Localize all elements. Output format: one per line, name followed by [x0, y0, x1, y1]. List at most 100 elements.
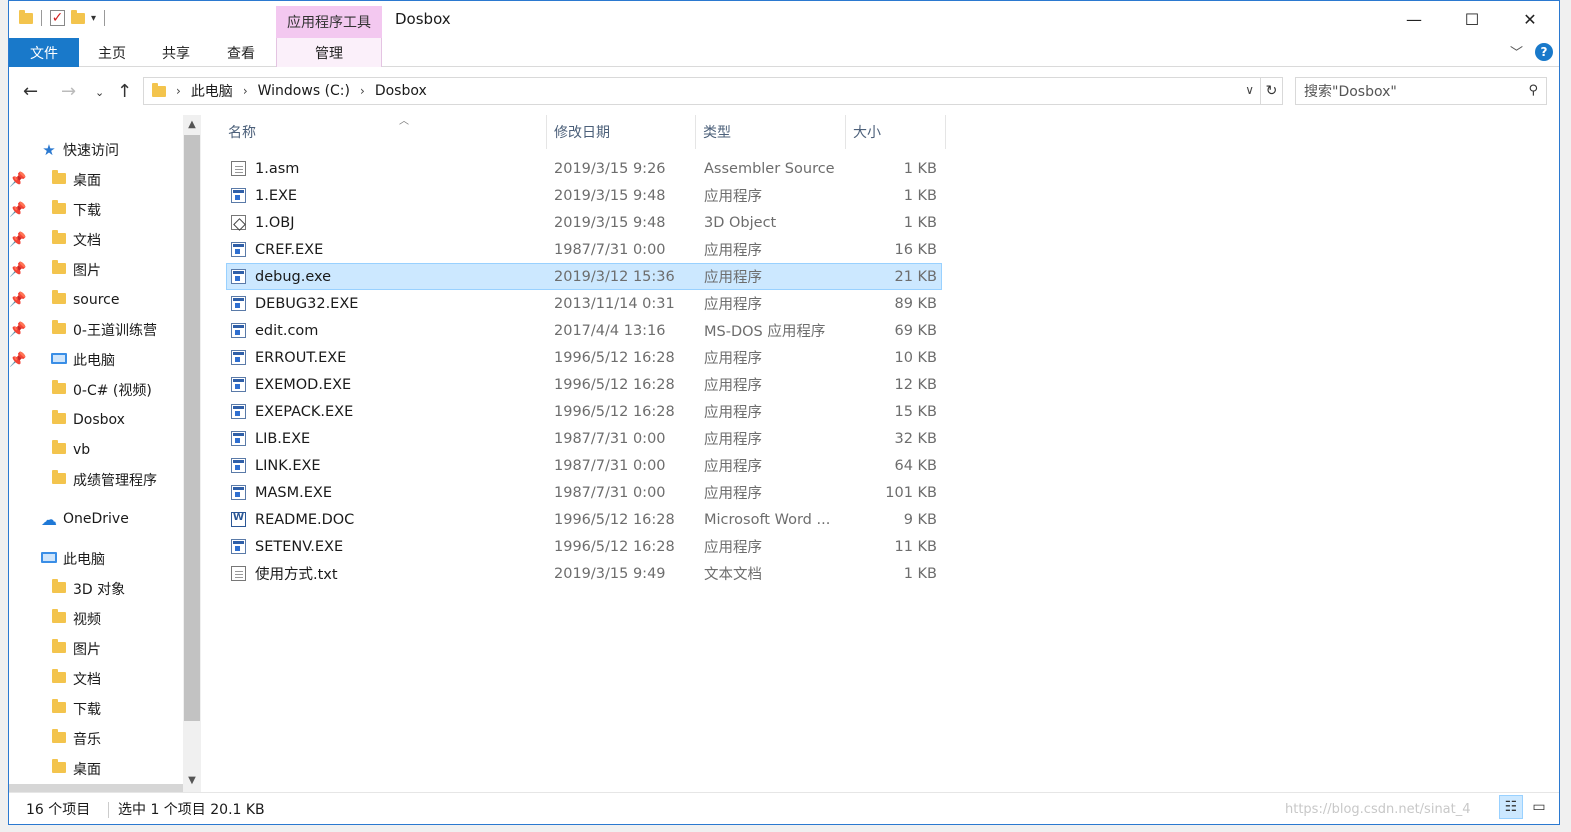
breadcrumb-c-drive[interactable]: Windows (C:) [258, 83, 350, 99]
file-row[interactable]: MASM.EXE 1987/7/31 0:00 应用程序 101 KB [226, 479, 942, 506]
chevron-right-icon[interactable]: › [176, 84, 181, 98]
nav-item-pc-pictures[interactable]: 图片 [51, 635, 101, 663]
file-row[interactable]: 使用方式.txt 2019/3/15 9:49 文本文档 1 KB [226, 560, 942, 587]
pin-icon[interactable]: 📌 [9, 166, 26, 194]
nav-item-vb[interactable]: vb [51, 436, 90, 464]
new-folder-icon[interactable] [71, 9, 85, 24]
status-divider [108, 802, 109, 818]
file-type: MS-DOS 应用程序 [704, 324, 826, 340]
file-name: EXEMOD.EXE [255, 376, 352, 393]
file-name: 使用方式.txt [255, 567, 338, 583]
properties-icon[interactable]: ✓ [50, 10, 65, 26]
maximize-button[interactable]: ☐ [1443, 1, 1501, 38]
file-row[interactable]: LINK.EXE 1987/7/31 0:00 应用程序 64 KB [226, 452, 942, 479]
file-row[interactable]: debug.exe 2019/3/12 15:36 应用程序 21 KB [226, 263, 942, 290]
item-count: 16 个项目 [26, 802, 91, 818]
forward-icon[interactable]: → [61, 81, 76, 102]
search-icon[interactable]: ⚲ [1528, 83, 1538, 98]
music-folder-icon [51, 729, 67, 747]
column-header-type[interactable]: 类型 [696, 115, 846, 149]
expand-ribbon-icon[interactable]: ﹀ [1510, 42, 1523, 61]
large-icons-view-icon[interactable]: ▭ [1527, 795, 1551, 819]
nav-item-music[interactable]: 音乐 [51, 725, 101, 753]
column-header-size[interactable]: 大小 [846, 115, 946, 149]
tab-home[interactable]: 主页 [79, 38, 145, 67]
nav-this-pc[interactable]: 此电脑 [41, 545, 105, 573]
nav-scrollbar[interactable]: ▲ ▼ [183, 115, 201, 792]
nav-label: 此电脑 [73, 353, 115, 369]
folder-icon [51, 759, 67, 777]
file-row[interactable]: 1.EXE 2019/3/15 9:48 应用程序 1 KB [226, 182, 942, 209]
file-name-cell: 1.asm [231, 156, 541, 181]
details-view-icon[interactable]: ☷ [1499, 795, 1523, 819]
file-row[interactable]: ERROUT.EXE 1996/5/12 16:28 应用程序 10 KB [226, 344, 942, 371]
nav-item-3d-objects[interactable]: 3D 对象 [51, 575, 125, 603]
tab-view[interactable]: 查看 [207, 38, 275, 67]
nav-item-this-pc-pinned[interactable]: 此电脑 [51, 346, 115, 374]
file-row[interactable]: EXEPACK.EXE 1996/5/12 16:28 应用程序 15 KB [226, 398, 942, 425]
recent-locations-icon[interactable]: ⌄ [95, 86, 104, 99]
breadcrumb-this-pc[interactable]: 此电脑 [191, 81, 233, 101]
scroll-up-icon[interactable]: ▲ [183, 119, 201, 130]
nav-item-wangdao[interactable]: 0-王道训练营 [51, 316, 157, 344]
nav-horizontal-scrollbar[interactable] [9, 784, 183, 792]
back-icon[interactable]: ← [23, 81, 38, 102]
nav-item-videos[interactable]: 视频 [51, 605, 101, 633]
scroll-down-icon[interactable]: ▼ [183, 775, 201, 786]
scrollbar-thumb[interactable] [184, 135, 200, 721]
refresh-button[interactable]: ↻ [1261, 77, 1283, 105]
nav-item-csharp-video[interactable]: 0-C# (视频) [51, 376, 152, 404]
close-button[interactable]: ✕ [1501, 1, 1559, 38]
file-row[interactable]: CREF.EXE 1987/7/31 0:00 应用程序 16 KB [226, 236, 942, 263]
pin-icon[interactable]: 📌 [9, 286, 26, 314]
chevron-right-icon[interactable]: › [243, 84, 248, 98]
nav-item-pc-desktop[interactable]: 桌面 [51, 755, 101, 783]
pin-icon[interactable]: 📌 [9, 256, 26, 284]
folder-icon[interactable] [19, 9, 33, 24]
file-type: 应用程序 [704, 405, 762, 421]
file-row[interactable]: DEBUG32.EXE 2013/11/14 0:31 应用程序 89 KB [226, 290, 942, 317]
help-icon[interactable]: ? [1535, 42, 1553, 61]
chevron-down-icon[interactable]: ∨ [1245, 83, 1254, 97]
chevron-right-icon[interactable]: › [360, 84, 365, 98]
minimize-button[interactable]: — [1385, 1, 1443, 38]
file-row[interactable]: edit.com 2017/4/4 13:16 MS-DOS 应用程序 69 KB [226, 317, 942, 344]
qat-customize-icon[interactable]: ▾ [91, 13, 96, 24]
nav-item-source[interactable]: source [51, 286, 120, 314]
nav-item-grades-app[interactable]: 成绩管理程序 [51, 466, 157, 494]
file-row[interactable]: LIB.EXE 1987/7/31 0:00 应用程序 32 KB [226, 425, 942, 452]
nav-item-downloads[interactable]: 下载 [51, 196, 101, 224]
address-bar[interactable]: › 此电脑 › Windows (C:) › Dosbox ∨ [143, 77, 1261, 105]
nav-onedrive[interactable]: ☁ OneDrive [41, 505, 129, 533]
tab-share[interactable]: 共享 [145, 38, 207, 67]
column-header-date[interactable]: 修改日期 [547, 115, 696, 149]
pin-icon[interactable]: 📌 [9, 196, 26, 224]
nav-item-documents[interactable]: 文档 [51, 226, 101, 254]
file-row[interactable]: 1.OBJ 2019/3/15 9:48 3D Object 1 KB [226, 209, 942, 236]
pin-icon[interactable]: 📌 [9, 346, 26, 374]
folder-icon [152, 82, 166, 97]
breadcrumb-dosbox[interactable]: Dosbox [375, 83, 427, 99]
search-input[interactable]: 搜索"Dosbox" ⚲ [1295, 77, 1547, 105]
nav-item-dosbox[interactable]: Dosbox [51, 406, 125, 434]
pin-icon[interactable]: 📌 [9, 226, 26, 254]
file-row[interactable]: 1.asm 2019/3/15 9:26 Assembler Source 1 KB [226, 155, 942, 182]
file-row[interactable]: README.DOC 1996/5/12 16:28 Microsoft Word … [226, 506, 942, 533]
file-date: 1987/7/31 0:00 [554, 457, 666, 474]
nav-item-pc-downloads[interactable]: 下载 [51, 695, 101, 723]
nav-item-pc-documents[interactable]: 文档 [51, 665, 101, 693]
nav-item-pictures[interactable]: 图片 [51, 256, 101, 284]
file-list: 名称 ︿ 修改日期 类型 大小 1.asm 2019/3/15 9:26 Assem… [201, 115, 1559, 792]
tab-manage[interactable]: 管理 [276, 38, 382, 67]
tab-file[interactable]: 文件 [9, 38, 79, 67]
file-row[interactable]: EXEMOD.EXE 1996/5/12 16:28 应用程序 12 KB [226, 371, 942, 398]
file-date: 1996/5/12 16:28 [554, 349, 675, 366]
file-row[interactable]: SETENV.EXE 1996/5/12 16:28 应用程序 11 KB [226, 533, 942, 560]
column-label: 类型 [703, 125, 731, 141]
nav-quick-access[interactable]: ★ 快速访问 [41, 136, 119, 164]
file-name: SETENV.EXE [255, 538, 344, 555]
column-header-name[interactable]: 名称 ︿ [221, 115, 547, 149]
pin-icon[interactable]: 📌 [9, 316, 26, 344]
up-icon[interactable]: ↑ [117, 81, 132, 102]
nav-item-desktop[interactable]: 桌面 [51, 166, 101, 194]
